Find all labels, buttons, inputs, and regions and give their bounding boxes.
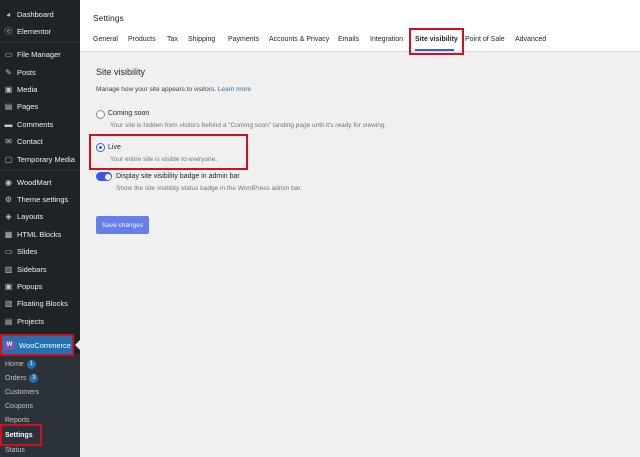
sidebar-item-label: Temporary Media: [17, 155, 75, 164]
sidebar-item-label: Media: [17, 85, 38, 94]
sidebar-item-label: Sidebars: [17, 265, 47, 274]
pin-icon: ✎: [5, 68, 12, 77]
submenu-label: Reports: [5, 416, 30, 424]
sidebar-item-floating-blocks[interactable]: ▧ Floating Blocks: [0, 296, 80, 311]
admin-bar-badge-label: Display site visibility badge in admin b…: [116, 173, 240, 180]
notification-badge: 3: [29, 373, 39, 383]
tab-emails[interactable]: Emails: [338, 36, 359, 43]
submenu-label: Customers: [5, 388, 39, 396]
admin-bar-badge-toggle[interactable]: [96, 172, 112, 181]
projects-icon: ▤: [4, 317, 13, 326]
section-title: Site visibility: [96, 67, 146, 77]
page-title: Settings: [93, 13, 124, 23]
tab-payments[interactable]: Payments: [228, 36, 259, 43]
html-blocks-icon: ▦: [4, 230, 13, 239]
sidebar-item-dashboard[interactable]: ◕ Dashboard: [0, 7, 80, 22]
tab-integration[interactable]: Integration: [370, 36, 403, 43]
sidebar-item-label: Popups: [17, 282, 43, 291]
submenu-label: Orders: [5, 374, 27, 382]
theme-settings-icon: ⚙: [4, 195, 13, 204]
sidebar-item-slides[interactable]: ▭ Slides: [0, 244, 80, 259]
highlight-box: [0, 424, 42, 446]
tab-tax[interactable]: Tax: [167, 36, 178, 43]
sidebar-item-sidebars[interactable]: ▥ Sidebars: [0, 262, 80, 277]
woodmart-icon: ◉: [5, 178, 12, 187]
section-description: Manage how your site appears to visitors…: [96, 86, 251, 93]
sidebars-icon: ▥: [4, 265, 13, 274]
highlight-box: [409, 28, 464, 55]
sidebar-item-label: Projects: [17, 317, 45, 326]
layouts-icon: ◈: [5, 212, 12, 221]
file-manager-icon: ▭: [4, 50, 13, 59]
media-icon: ▣: [4, 85, 13, 94]
sidebar-item-label: File Manager: [17, 50, 61, 59]
sidebar-item-label: Layouts: [17, 212, 44, 221]
dashboard-icon: ◕: [6, 10, 11, 19]
submenu-label: Home: [5, 360, 24, 368]
tab-products[interactable]: Products: [128, 36, 156, 43]
pages-icon: ▤: [4, 102, 13, 111]
coming-soon-radio[interactable]: [96, 110, 105, 119]
tab-accounts-privacy[interactable]: Accounts & Privacy: [269, 36, 329, 43]
sidebar-item-popups[interactable]: ▣ Popups: [0, 279, 80, 294]
sidebar-item-temporary-media[interactable]: ▢ Temporary Media: [0, 152, 80, 167]
sidebar-separator: [0, 42, 80, 43]
sidebar-item-theme-settings[interactable]: ⚙ Theme settings: [0, 192, 80, 207]
comments-icon: ▬: [4, 120, 13, 129]
popups-icon: ▣: [4, 282, 13, 291]
tab-advanced[interactable]: Advanced: [515, 36, 546, 43]
learn-more-link[interactable]: Learn more: [218, 86, 251, 93]
sidebar-item-html-blocks[interactable]: ▦ HTML Blocks: [0, 227, 80, 242]
sidebar-item-label: Floating Blocks: [17, 299, 68, 308]
sidebar-separator: [0, 170, 80, 171]
coming-soon-label: Coming soon: [108, 110, 150, 117]
admin-sidebar: ◕ Dashboard ⓔ Elementor ▭ File Manager ✎ Pos…: [0, 0, 80, 457]
tab-shipping[interactable]: Shipping: [188, 36, 215, 43]
sidebar-item-label: HTML Blocks: [17, 230, 62, 239]
sidebar-item-label: Slides: [17, 247, 38, 256]
elementor-icon: ⓔ: [4, 27, 13, 36]
highlight-box: [89, 134, 248, 170]
submenu-item-orders[interactable]: Orders 3: [5, 372, 39, 384]
sidebar-item-label: WoodMart: [17, 178, 52, 187]
floating-blocks-icon: ▧: [4, 299, 13, 308]
submenu-item-coupons[interactable]: Coupons: [5, 400, 33, 412]
sidebar-item-posts[interactable]: ✎ Posts: [0, 65, 80, 80]
submenu-item-home[interactable]: Home 1: [5, 358, 36, 370]
highlight-box: [0, 334, 74, 356]
temporary-media-icon: ▢: [4, 155, 13, 164]
submenu-label: Status: [5, 446, 25, 454]
sidebar-item-label: Elementor: [17, 27, 52, 36]
sidebar-item-label: Contact: [17, 137, 43, 146]
contact-icon: ✉: [5, 137, 12, 146]
submenu-item-customers[interactable]: Customers: [5, 386, 39, 398]
sidebar-item-projects[interactable]: ▤ Projects: [0, 314, 80, 329]
sidebar-item-label: Comments: [17, 120, 54, 129]
description-text: Manage how your site appears to visitors…: [96, 86, 216, 93]
sidebar-item-media[interactable]: ▣ Media: [0, 82, 80, 97]
settings-header: Settings General Products Tax Shipping P…: [80, 0, 640, 52]
sidebar-item-contact[interactable]: ✉ Contact: [0, 134, 80, 149]
submenu-label: Coupons: [5, 402, 34, 410]
notification-badge: 1: [26, 359, 36, 369]
sidebar-item-woodmart[interactable]: ◉ WoodMart: [0, 175, 80, 190]
coming-soon-help: Your site is hidden from visitors behind…: [110, 122, 387, 129]
tab-point-of-sale[interactable]: Point of Sale: [465, 36, 505, 43]
sidebar-item-label: Posts: [17, 68, 36, 77]
sidebar-item-pages[interactable]: ▤ Pages: [0, 99, 80, 114]
admin-bar-badge-help: Show the site visibility status badge in…: [116, 185, 302, 192]
save-changes-button[interactable]: Save changes: [96, 216, 149, 234]
sidebar-item-file-manager[interactable]: ▭ File Manager: [0, 47, 80, 62]
tab-general[interactable]: General: [93, 36, 118, 43]
sidebar-item-label: Dashboard: [17, 10, 54, 19]
sidebar-item-layouts[interactable]: ◈ Layouts: [0, 209, 80, 224]
sidebar-item-label: Pages: [17, 102, 39, 111]
sidebar-item-elementor[interactable]: ⓔ Elementor: [0, 24, 80, 39]
sidebar-item-comments[interactable]: ▬ Comments: [0, 117, 80, 132]
sidebar-item-label: Theme settings: [17, 195, 69, 204]
slides-icon: ▭: [4, 247, 13, 256]
active-menu-arrow: [75, 340, 80, 350]
